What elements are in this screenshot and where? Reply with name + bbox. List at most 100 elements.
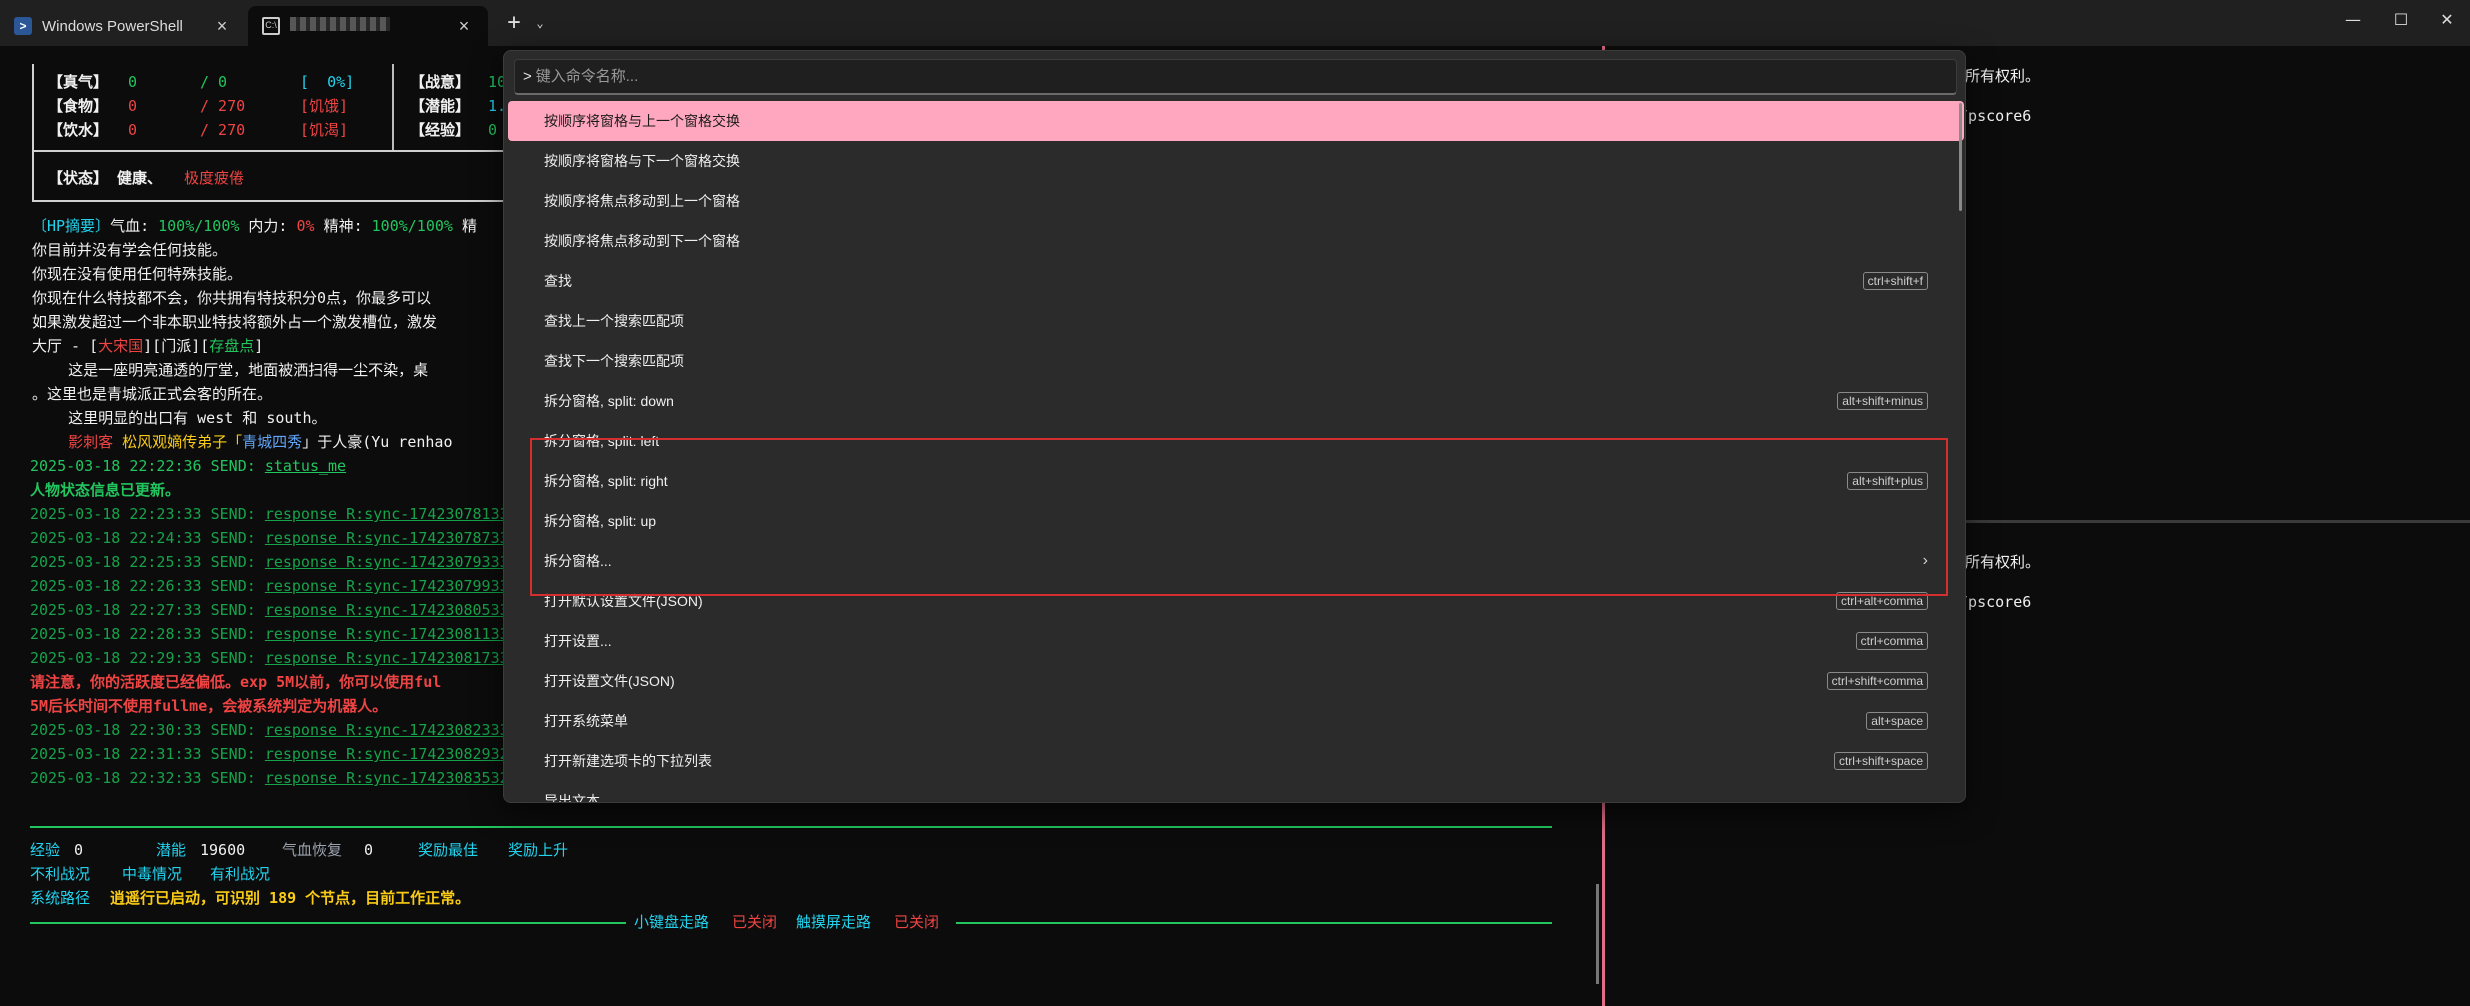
warning-line: 5M后长时间不使用fullme，会被系统判定为机器人。 bbox=[30, 697, 388, 715]
tab-dropdown-button[interactable]: ⌄ bbox=[530, 8, 550, 38]
command-label: 按顺序将焦点移动到上一个窗格 bbox=[544, 193, 740, 209]
command-focus-pane-previous[interactable]: 按顺序将焦点移动到上一个窗格 bbox=[508, 181, 1964, 221]
close-window-button[interactable]: ✕ bbox=[2424, 0, 2470, 40]
bracket: ] bbox=[254, 337, 264, 355]
jing-text: 精 bbox=[452, 217, 477, 235]
shortcut-badge: ctrl+comma bbox=[1855, 632, 1928, 650]
command-open-settings-json[interactable]: 打开设置文件(JSON) ctrl+shift+comma bbox=[508, 661, 1964, 701]
minimize-button[interactable]: — bbox=[2330, 0, 2376, 40]
numpad-walk-status[interactable]: 已关闭 bbox=[732, 912, 777, 932]
prompt-symbol: > bbox=[523, 68, 532, 85]
mp-text: 内力: bbox=[239, 217, 288, 235]
command-label: 拆分窗格, split: up bbox=[544, 513, 657, 529]
command-open-settings[interactable]: 打开设置... ctrl+comma bbox=[508, 621, 1964, 661]
response-link[interactable]: response R:sync-17423081133 bbox=[265, 625, 509, 643]
command-open-default-settings[interactable]: 打开默认设置文件(JSON) ctrl+alt+comma bbox=[508, 581, 1964, 621]
command-search-box[interactable]: > bbox=[514, 59, 1957, 95]
timestamp: 2025-03-18 22:24:33 SEND: bbox=[30, 529, 265, 547]
close-tab-icon[interactable]: × bbox=[454, 16, 474, 37]
output-line: 你目前并没有学会任何技能。 bbox=[32, 241, 228, 259]
close-tab-icon[interactable]: × bbox=[212, 16, 232, 37]
command-find[interactable]: 查找 ctrl+shift+f bbox=[508, 261, 1964, 301]
touch-walk-label: 触摸屏走路 bbox=[796, 913, 872, 931]
command-export-text[interactable]: 导出文本 bbox=[508, 781, 1964, 802]
status-vertical-separator bbox=[392, 64, 394, 150]
tab-active-terminal[interactable]: C:\ × bbox=[248, 6, 488, 46]
command-open-new-tab-dropdown[interactable]: 打开新建选项卡的下拉列表 ctrl+shift+space bbox=[508, 741, 1964, 781]
command-label: 打开系统菜单 bbox=[544, 713, 628, 729]
timestamp: 2025-03-18 22:31:33 SEND: bbox=[30, 745, 265, 763]
command-link[interactable]: status_me bbox=[265, 457, 346, 475]
command-open-system-menu[interactable]: 打开系统菜单 alt+space bbox=[508, 701, 1964, 741]
hp-text: 气血: bbox=[110, 217, 150, 235]
command-swap-pane-previous[interactable]: 按顺序将窗格与上一个窗格交换 bbox=[508, 101, 1964, 141]
touch-walk-status[interactable]: 已关闭 bbox=[894, 912, 939, 932]
status-value: 极度疲倦 bbox=[184, 169, 245, 187]
room-region: 大宋国 bbox=[98, 337, 144, 355]
command-label: 查找 bbox=[544, 273, 572, 289]
output-line: 。这里也是青城派正式会客的所在。 bbox=[32, 385, 273, 403]
response-link[interactable]: response R:sync-17423078133 bbox=[265, 505, 509, 523]
terminal-icon: C:\ bbox=[262, 17, 280, 35]
command-label: 打开新建选项卡的下拉列表 bbox=[544, 753, 712, 769]
command-label: 拆分窗格, split: right bbox=[544, 473, 668, 489]
send-line: 2025-03-18 22:28:33 SEND: response R:syn… bbox=[30, 624, 509, 644]
tab-title: Windows PowerShell bbox=[42, 17, 183, 35]
response-link[interactable]: response R:sync-17423079933 bbox=[265, 577, 509, 595]
stat-label: 【战意】 bbox=[410, 73, 471, 91]
stat-max: / 270 bbox=[200, 97, 246, 115]
system-path-status: 逍遥行已启动，可识别 189 个节点，目前工作正常。 bbox=[110, 889, 471, 907]
response-link[interactable]: response R:sync-17423082932 bbox=[265, 745, 509, 763]
command-find-previous[interactable]: 查找上一个搜索匹配项 bbox=[508, 301, 1964, 341]
exits-line: 这里明显的出口有 west 和 south。 bbox=[32, 409, 327, 427]
command-search-input[interactable] bbox=[535, 68, 1936, 85]
bonus-best: 奖励最佳 bbox=[418, 841, 479, 859]
hp-value: 100%/100% bbox=[149, 217, 240, 235]
command-label: 按顺序将窗格与上一个窗格交换 bbox=[544, 113, 740, 129]
command-label: 查找下一个搜索匹配项 bbox=[544, 353, 684, 369]
room-title-line: 大厅 - [大宋国][门派][存盘点] bbox=[32, 336, 263, 356]
stat-value: 0 bbox=[128, 73, 138, 91]
command-split-up[interactable]: 拆分窗格, split: up bbox=[508, 501, 1964, 541]
command-find-next[interactable]: 查找下一个搜索匹配项 bbox=[508, 341, 1964, 381]
response-link[interactable]: response R:sync-17423079333 bbox=[265, 553, 509, 571]
room-type: 门派 bbox=[161, 337, 192, 355]
command-focus-pane-next[interactable]: 按顺序将焦点移动到下一个窗格 bbox=[508, 221, 1964, 261]
stat-label: 【食物】 bbox=[48, 97, 109, 115]
send-line: 2025-03-18 22:23:33 SEND: response R:syn… bbox=[30, 504, 509, 524]
response-link[interactable]: response R:sync-17423080533 bbox=[265, 601, 509, 619]
timestamp: 2025-03-18 22:32:33 SEND: bbox=[30, 769, 265, 787]
response-link[interactable]: response R:sync-17423082333 bbox=[265, 721, 509, 739]
npc-sect: 松风观嫡传弟子「 bbox=[113, 433, 243, 451]
command-split-down[interactable]: 拆分窗格, split: down alt+shift+minus bbox=[508, 381, 1964, 421]
npc-line: 影刺客 松风观嫡传弟子「青城四秀」于人豪(Yu renhao bbox=[32, 432, 452, 452]
maximize-button[interactable]: ☐ bbox=[2378, 0, 2424, 40]
command-swap-pane-next[interactable]: 按顺序将窗格与下一个窗格交换 bbox=[508, 141, 1964, 181]
palette-scrollbar[interactable] bbox=[1959, 103, 1962, 211]
new-tab-button[interactable]: + bbox=[500, 8, 528, 38]
tab-windows-powershell[interactable]: > Windows PowerShell × bbox=[0, 6, 246, 46]
exp-value: 0 bbox=[74, 841, 84, 859]
command-label: 打开默认设置文件(JSON) bbox=[544, 593, 703, 609]
left-pane-scrollbar[interactable] bbox=[1596, 884, 1599, 984]
response-link[interactable]: response R:sync-17423078733 bbox=[265, 529, 509, 547]
bracket: ][ bbox=[143, 337, 162, 355]
footer-bottom-rule-left bbox=[30, 922, 626, 924]
shortcut-badge: ctrl+shift+f bbox=[1862, 272, 1928, 290]
bad-combat-status: 不利战况 bbox=[30, 865, 91, 883]
numpad-walk-label: 小键盘走路 bbox=[634, 913, 710, 931]
command-label: 查找上一个搜索匹配项 bbox=[544, 313, 684, 329]
response-link[interactable]: response R:sync-17423083532 bbox=[265, 769, 509, 787]
footer-bottom-rule-right bbox=[956, 922, 1552, 924]
stat-label: 【真气】 bbox=[48, 73, 109, 91]
tab-title-redacted bbox=[290, 17, 454, 35]
response-link[interactable]: response R:sync-17423081733 bbox=[265, 649, 509, 667]
title-bar: > Windows PowerShell × C:\ × + ⌄ — ☐ ✕ bbox=[0, 0, 2470, 46]
command-split-pane-submenu[interactable]: 拆分窗格... › bbox=[508, 541, 1964, 581]
command-split-right[interactable]: 拆分窗格, split: right alt+shift+plus bbox=[508, 461, 1964, 501]
good-combat-status: 有利战况 bbox=[210, 865, 271, 883]
shortcut-badge: ctrl+alt+comma bbox=[1835, 592, 1928, 610]
command-split-left[interactable]: 拆分窗格, split: left bbox=[508, 421, 1964, 461]
stat-max: / 0 bbox=[200, 73, 228, 91]
timestamp: 2025-03-18 22:29:33 SEND: bbox=[30, 649, 265, 667]
